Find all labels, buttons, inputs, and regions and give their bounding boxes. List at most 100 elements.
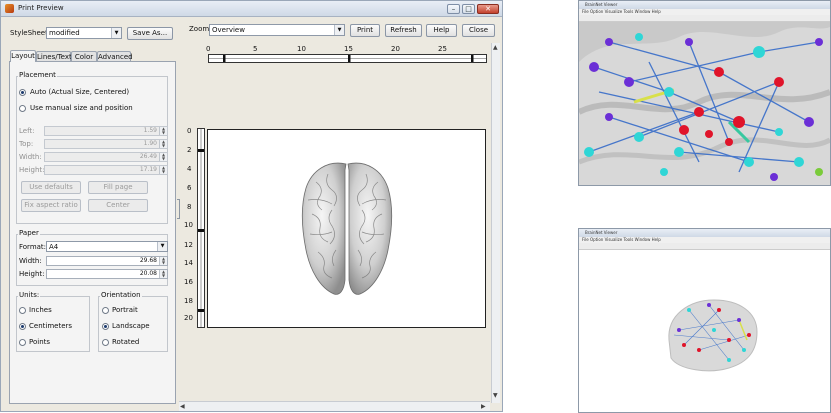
format-label: Format:: [19, 243, 47, 251]
paper-width-label: Width:: [19, 257, 42, 265]
refresh-button[interactable]: Refresh: [385, 24, 422, 37]
fix-aspect-ratio-button[interactable]: Fix aspect ratio: [21, 199, 81, 212]
landscape-label: Landscape: [112, 322, 150, 330]
network-closeup-screenshot: BrainNet Viewer File Option Visualize To…: [578, 0, 831, 186]
top-value: 1.90: [143, 140, 157, 147]
title-bar[interactable]: Print Preview – □ ✕: [1, 1, 502, 17]
print-button[interactable]: Print: [350, 24, 380, 37]
splitter-handle[interactable]: [177, 199, 180, 219]
ruler-h-label: 25: [438, 45, 447, 53]
stylesheet-value: modified: [49, 29, 80, 37]
help-button[interactable]: Help: [426, 24, 457, 37]
horizontal-ruler: [208, 54, 487, 63]
close-button[interactable]: Close: [462, 24, 495, 37]
height-label: Height:: [19, 166, 45, 174]
zoom-select[interactable]: Overview ▼: [209, 24, 345, 36]
left-label: Left:: [19, 127, 35, 135]
network-overview-screenshot: BrainNet Viewer File Option Visualize To…: [578, 228, 831, 413]
ruler-v-label: 2: [187, 146, 192, 154]
thumbnail-title: BrainNet Viewer: [579, 229, 830, 237]
ruler-v-label: 16: [184, 278, 193, 286]
top-label: Top:: [19, 140, 34, 148]
spin-arrows-icon[interactable]: ▲ ▼: [159, 153, 167, 161]
format-select[interactable]: A4 ▼: [46, 241, 168, 252]
spin-arrows-icon[interactable]: ▲ ▼: [159, 257, 167, 265]
ruler-v-label: 6: [187, 184, 192, 192]
scroll-right-icon[interactable]: ▶: [481, 403, 486, 410]
rotated-radio[interactable]: [102, 339, 109, 346]
orientation-title: Orientation: [100, 291, 142, 299]
inches-label: Inches: [29, 306, 52, 314]
rotated-label: Rotated: [112, 338, 140, 346]
stylesheet-label: StyleSheet: [10, 29, 48, 37]
left-value: 1.59: [143, 127, 157, 134]
ruler-v-label: 18: [184, 297, 193, 305]
paper-height-label: Height:: [19, 270, 45, 278]
auto-size-radio[interactable]: [19, 89, 26, 96]
width-field[interactable]: 26.49 ▲ ▼: [44, 152, 168, 162]
paper-width-field[interactable]: 29.68 ▲ ▼: [46, 256, 168, 266]
vertical-ruler: [197, 128, 205, 328]
scroll-up-icon[interactable]: ▲: [493, 44, 498, 51]
ruler-v-label: 8: [187, 203, 192, 211]
left-field[interactable]: 1.59 ▲ ▼: [44, 126, 168, 136]
thumbnail-title: BrainNet Viewer: [579, 1, 830, 9]
paper-height-field[interactable]: 20.08 ▲ ▼: [46, 269, 168, 279]
portrait-label: Portrait: [112, 306, 138, 314]
scroll-down-icon[interactable]: ▼: [493, 392, 498, 399]
points-label: Points: [29, 338, 51, 346]
tab-layout[interactable]: Layout: [10, 50, 36, 62]
print-preview-window: Print Preview – □ ✕ StyleSheet modified …: [0, 0, 503, 412]
ruler-v-label: 0: [187, 127, 192, 135]
ruler-h-label: 5: [253, 45, 258, 53]
manual-size-radio[interactable]: [19, 105, 26, 112]
ruler-h-label: 15: [344, 45, 353, 53]
centimeters-label: Centimeters: [29, 322, 73, 330]
fill-page-button[interactable]: Fill page: [88, 181, 148, 194]
auto-size-label: Auto (Actual Size, Centered): [30, 88, 130, 96]
spin-arrows-icon[interactable]: ▲ ▼: [159, 127, 167, 135]
vertical-scrollbar[interactable]: ▲ ▼: [491, 43, 500, 403]
ruler-h-label: 10: [297, 45, 306, 53]
brain-network-render-small: [579, 250, 830, 412]
ruler-v-label: 12: [184, 241, 193, 249]
maximize-icon[interactable]: □: [462, 4, 475, 14]
horizontal-scrollbar[interactable]: ◀ ▶: [179, 401, 490, 411]
units-title: Units:: [18, 291, 41, 299]
format-value: A4: [49, 243, 59, 251]
landscape-radio[interactable]: [102, 323, 109, 330]
spin-arrows-icon[interactable]: ▲ ▼: [159, 270, 167, 278]
zoom-label: Zoom: [189, 25, 210, 33]
matlab-app-icon: [5, 4, 14, 13]
close-window-icon[interactable]: ✕: [477, 4, 499, 14]
portrait-radio[interactable]: [102, 307, 109, 314]
inches-radio[interactable]: [19, 307, 26, 314]
center-button[interactable]: Center: [88, 199, 148, 212]
save-as-button[interactable]: Save As...: [127, 27, 173, 40]
ruler-v-label: 4: [187, 165, 192, 173]
centimeters-radio[interactable]: [19, 323, 26, 330]
ruler-v-label: 14: [184, 259, 193, 267]
ruler-h-label: 0: [206, 45, 211, 53]
brain-image: [301, 162, 393, 295]
ruler-v-label: 10: [184, 221, 193, 229]
use-defaults-button[interactable]: Use defaults: [21, 181, 81, 194]
chevron-down-icon: ▼: [111, 28, 121, 38]
zoom-value: Overview: [212, 26, 245, 34]
scroll-left-icon[interactable]: ◀: [180, 403, 185, 410]
ruler-v-label: 20: [184, 314, 193, 322]
height-value: 17.19: [139, 166, 157, 173]
chevron-down-icon: ▼: [334, 25, 344, 35]
thumbnail-toolbar: [579, 243, 830, 250]
paper-title: Paper: [18, 229, 40, 237]
height-field[interactable]: 17.19 ▲ ▼: [44, 165, 168, 175]
top-field[interactable]: 1.90 ▲ ▼: [44, 139, 168, 149]
spin-arrows-icon[interactable]: ▲ ▼: [159, 140, 167, 148]
chevron-down-icon: ▼: [157, 242, 167, 251]
brain-network-render: [579, 22, 830, 185]
minimize-icon[interactable]: –: [447, 4, 460, 14]
stylesheet-select[interactable]: modified ▼: [46, 27, 122, 39]
points-radio[interactable]: [19, 339, 26, 346]
window-title: Print Preview: [18, 4, 64, 12]
spin-arrows-icon[interactable]: ▲ ▼: [159, 166, 167, 174]
